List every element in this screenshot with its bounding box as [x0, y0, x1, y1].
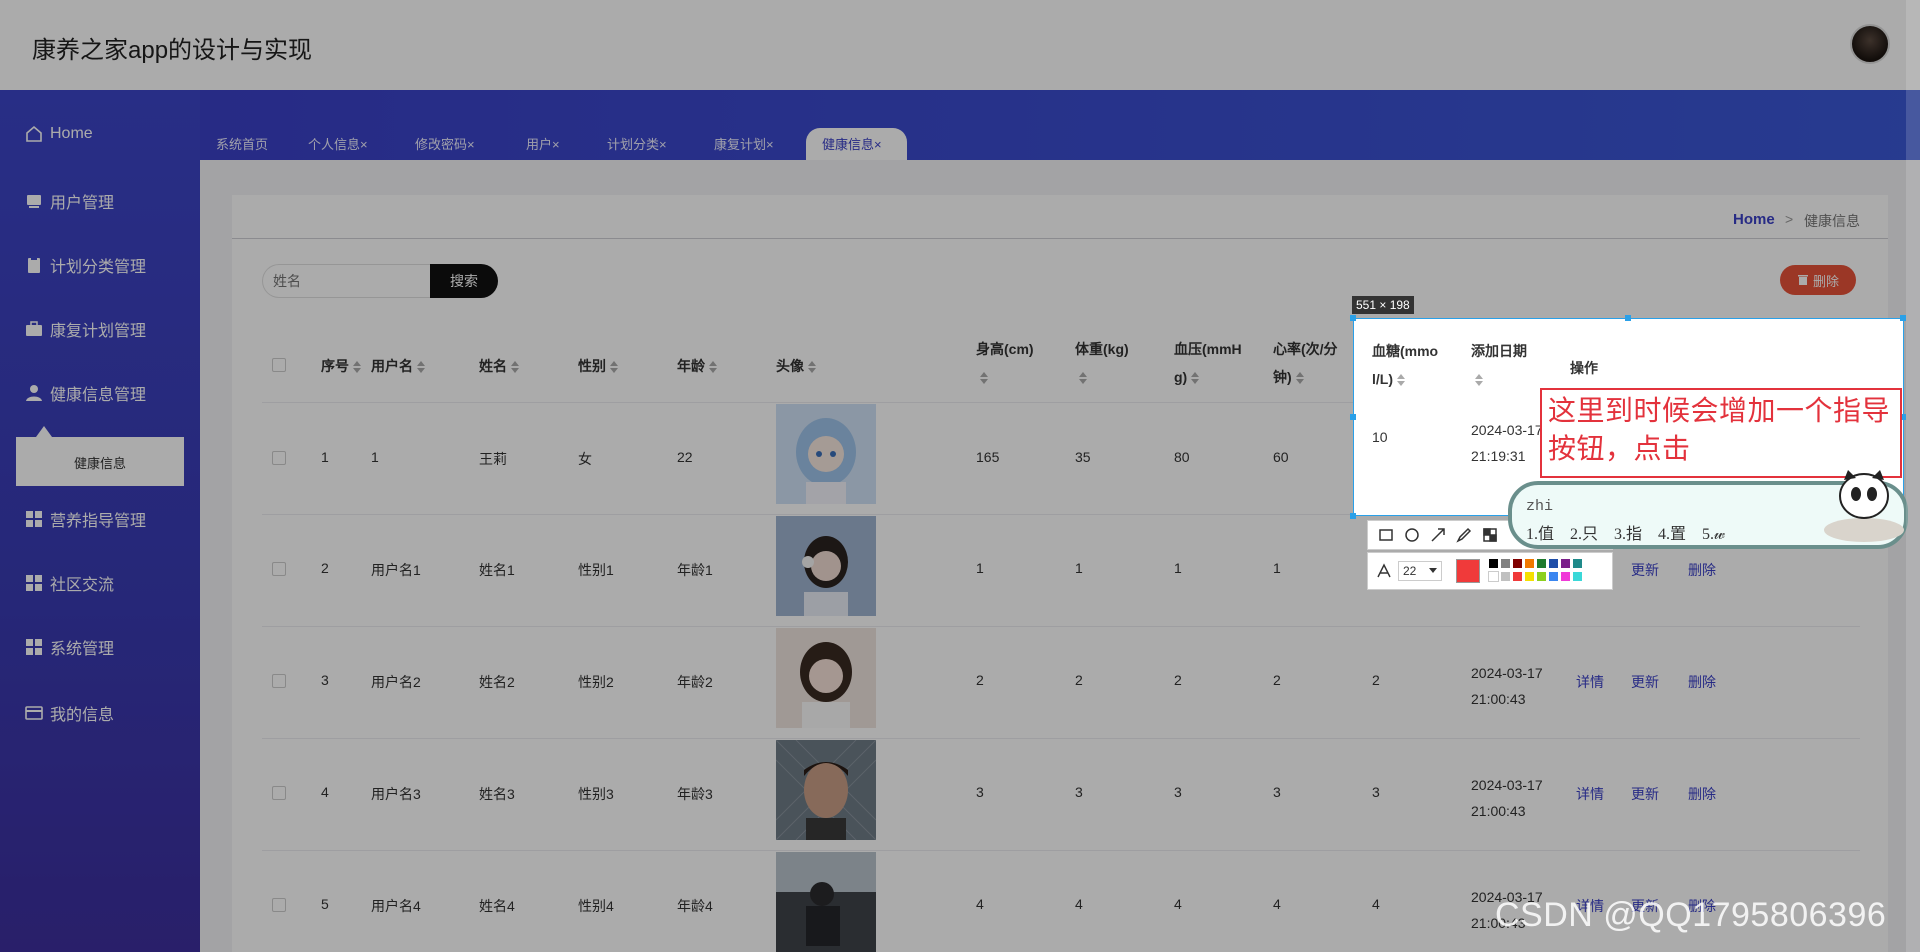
color-swatch[interactable] — [1524, 571, 1535, 582]
color-swatch[interactable] — [1512, 571, 1523, 582]
color-swatch[interactable] — [1560, 571, 1571, 582]
resize-handle[interactable] — [1625, 315, 1631, 321]
header-blood-sugar[interactable]: 血糖(mmo l/L) — [1372, 337, 1438, 393]
annotation-line-1: 这里到时候会增加一个指导 — [1548, 395, 1891, 426]
font-size-select[interactable]: 22 — [1398, 561, 1442, 581]
color-swatch[interactable] — [1488, 571, 1499, 582]
color-swatch[interactable] — [1488, 558, 1499, 569]
sort-icon[interactable] — [1475, 374, 1483, 387]
color-swatch[interactable] — [1572, 571, 1583, 582]
color-swatch[interactable] — [1560, 558, 1571, 569]
mosaic-tool-icon[interactable] — [1482, 527, 1498, 543]
ime-input-text: zhi — [1526, 498, 1554, 515]
chevron-down-icon — [1429, 568, 1437, 573]
text-style-bar: 22 — [1367, 552, 1613, 590]
header-actions: 操作 — [1570, 360, 1598, 376]
rectangle-tool-icon[interactable] — [1378, 527, 1394, 543]
color-swatch[interactable] — [1548, 558, 1559, 569]
watermark: CSDN @QQ1795806396 — [1495, 896, 1887, 934]
color-swatch[interactable] — [1500, 571, 1511, 582]
ellipse-tool-icon[interactable] — [1404, 527, 1420, 543]
resize-handle[interactable] — [1350, 414, 1356, 420]
color-swatch[interactable] — [1512, 558, 1523, 569]
color-swatch[interactable] — [1500, 558, 1511, 569]
annotation-text-box[interactable]: 这里到时候会增加一个指导 按钮，点击 — [1540, 388, 1902, 478]
sort-icon[interactable] — [1397, 374, 1405, 387]
annotation-line-2: 按钮，点击 — [1548, 433, 1691, 464]
arrow-tool-icon[interactable] — [1430, 527, 1446, 543]
pen-tool-icon[interactable] — [1456, 527, 1472, 543]
header-add-date[interactable]: 添加日期 — [1471, 337, 1527, 393]
font-icon — [1377, 563, 1391, 578]
ime-candidates[interactable]: 1.值 2.只 3.指 4.置 5.𝓌 — [1526, 520, 1725, 544]
color-swatch[interactable] — [1536, 558, 1547, 569]
cell-date: 2024-03-17 21:19:31 — [1471, 422, 1543, 464]
vertical-scrollbar[interactable] — [1906, 0, 1920, 952]
color-swatch[interactable] — [1572, 558, 1583, 569]
color-swatch[interactable] — [1548, 571, 1559, 582]
selection-size-label: 551 × 198 — [1352, 296, 1414, 314]
color-swatch[interactable] — [1524, 558, 1535, 569]
ime-mascot-icon — [1824, 470, 1904, 542]
resize-handle[interactable] — [1350, 513, 1356, 519]
resize-handle[interactable] — [1350, 315, 1356, 321]
current-color-swatch[interactable] — [1456, 559, 1480, 583]
color-swatch[interactable] — [1536, 571, 1547, 582]
cell-blood-sugar: 10 — [1372, 429, 1388, 445]
